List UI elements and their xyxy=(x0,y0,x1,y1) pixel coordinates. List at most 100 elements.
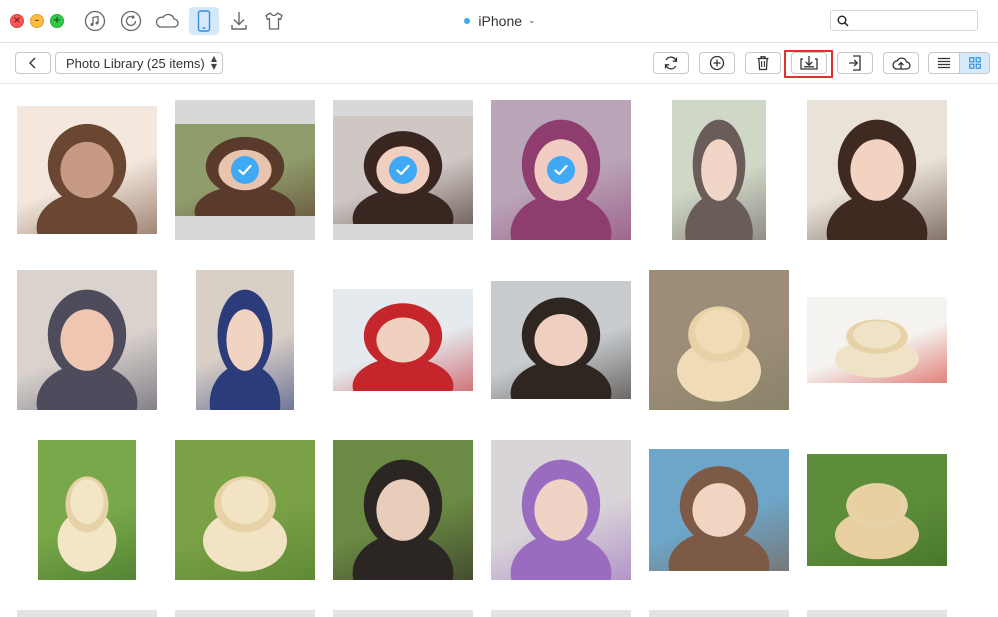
send-to-device-icon xyxy=(849,55,861,71)
updown-arrows-icon: ▲ ▼ xyxy=(210,54,217,71)
photo-thumbnail-partial[interactable] xyxy=(491,610,631,617)
photo-image-puppy-pinecone xyxy=(649,270,789,410)
photo-thumbnail[interactable] xyxy=(175,270,315,410)
maximize-icon: + xyxy=(52,15,62,26)
photo-subject-shape xyxy=(57,476,117,572)
chevron-down-icon: ⌄ xyxy=(528,16,536,26)
photo-thumbnail-partial[interactable] xyxy=(649,610,789,617)
nav-toolbox[interactable] xyxy=(260,8,288,34)
photo-subject-shape xyxy=(826,119,928,240)
title-bar: × – + iPhone ⌄ xyxy=(0,0,998,43)
device-selector[interactable]: iPhone ⌄ xyxy=(420,11,580,31)
shirt-icon xyxy=(265,12,283,30)
photo-image-girl-lying-down xyxy=(333,289,473,391)
search-box[interactable] xyxy=(830,10,978,31)
photo-image-girl-standing xyxy=(672,100,766,240)
minimize-window-button[interactable]: – xyxy=(30,14,44,28)
photo-thumbnail[interactable] xyxy=(175,100,315,240)
photo-thumbnail-partial[interactable] xyxy=(17,610,157,617)
photo-image-girl-smiling-bench xyxy=(649,449,789,571)
photo-subject-shape xyxy=(510,459,612,580)
photo-subject-shape xyxy=(203,476,287,572)
grid-view-icon xyxy=(969,57,981,69)
add-button[interactable] xyxy=(699,52,735,74)
nav-backup-history[interactable] xyxy=(117,8,145,34)
photo-thumbnail[interactable] xyxy=(333,100,473,240)
music-icon xyxy=(84,10,106,32)
photo-subject-shape xyxy=(668,466,770,571)
photo-image-girl-glasses xyxy=(491,281,631,399)
photo-image-girl-purple-dress xyxy=(491,440,631,580)
photo-image-puppy-rose xyxy=(807,297,947,383)
download-icon xyxy=(231,12,247,30)
photo-thumbnail[interactable] xyxy=(649,100,789,240)
add-icon xyxy=(709,55,725,71)
nav-music[interactable] xyxy=(81,8,109,34)
photo-thumbnail-partial[interactable] xyxy=(333,610,473,617)
photo-subject-shape xyxy=(36,289,138,410)
nav-download[interactable] xyxy=(225,8,253,34)
export-button-highlight xyxy=(784,50,833,78)
delete-button[interactable] xyxy=(745,52,781,74)
photo-image-puppy-playing xyxy=(807,454,947,566)
photo-thumbnail[interactable] xyxy=(491,100,631,240)
photo-subject-shape xyxy=(352,303,454,391)
nav-iphone-device[interactable] xyxy=(189,7,219,35)
photo-thumbnail[interactable] xyxy=(175,440,315,580)
photo-image-girl-plaid xyxy=(17,270,157,410)
photo-subject-shape xyxy=(510,297,612,399)
photo-thumbnail-partial[interactable] xyxy=(175,610,315,617)
photo-thumbnail[interactable] xyxy=(17,440,157,580)
photo-thumbnail[interactable] xyxy=(491,270,631,410)
photo-image-girl-flower-hat xyxy=(17,106,157,234)
photo-image-girl-pigtails xyxy=(807,100,947,240)
photo-thumbnail[interactable] xyxy=(333,270,473,410)
photo-thumbnail[interactable] xyxy=(807,100,947,240)
photo-image-girl-blonde-flowers xyxy=(196,270,294,410)
refresh-icon xyxy=(664,56,678,70)
view-mode-toggle xyxy=(928,52,990,74)
photo-library-selector[interactable]: Photo Library (25 items) ▲ ▼ xyxy=(55,52,223,74)
device-name: iPhone xyxy=(478,13,523,29)
trash-icon xyxy=(757,56,769,71)
photo-thumbnail[interactable] xyxy=(491,440,631,580)
cloud-upload-icon xyxy=(892,57,911,70)
search-icon xyxy=(837,15,849,27)
photo-thumbnail[interactable] xyxy=(333,440,473,580)
photo-thumbnail-partial[interactable] xyxy=(807,610,947,617)
photo-thumbnail[interactable] xyxy=(649,270,789,410)
photo-subject-shape xyxy=(835,319,919,378)
photo-thumbnail[interactable] xyxy=(807,270,947,410)
close-window-button[interactable]: × xyxy=(10,14,24,28)
photo-thumbnail[interactable] xyxy=(17,270,157,410)
selected-checkmark-icon xyxy=(547,156,575,184)
grid-view-button[interactable] xyxy=(960,53,989,73)
photo-thumbnail[interactable] xyxy=(807,440,947,580)
photo-subject-shape xyxy=(677,306,761,402)
icloud-icon xyxy=(155,13,179,28)
photo-image-girl-garden xyxy=(333,440,473,580)
backup-history-icon xyxy=(120,10,142,32)
chevron-left-icon xyxy=(29,57,36,69)
close-icon: × xyxy=(12,15,22,26)
refresh-button[interactable] xyxy=(653,52,689,74)
list-view-button[interactable] xyxy=(929,53,959,73)
nav-icloud[interactable] xyxy=(153,8,181,34)
iphone-device-icon xyxy=(197,10,211,32)
search-input[interactable] xyxy=(853,12,977,31)
photo-thumbnail[interactable] xyxy=(649,440,789,580)
photo-subject-shape xyxy=(685,119,753,240)
send-to-device-button[interactable] xyxy=(837,52,873,74)
photo-image-puppy-grass xyxy=(38,440,136,580)
selected-checkmark-icon xyxy=(231,156,259,184)
photo-image-puppy-tongue xyxy=(175,440,315,580)
photo-subject-shape xyxy=(209,289,281,410)
upload-to-cloud-button[interactable] xyxy=(883,52,919,74)
maximize-window-button[interactable]: + xyxy=(50,14,64,28)
photo-subject-shape xyxy=(36,123,138,234)
selected-checkmark-icon xyxy=(389,156,417,184)
photo-thumbnail[interactable] xyxy=(17,100,157,240)
back-button[interactable] xyxy=(15,52,51,74)
toolbar: Photo Library (25 items) ▲ ▼ xyxy=(0,43,998,84)
minimize-icon: – xyxy=(34,15,40,26)
